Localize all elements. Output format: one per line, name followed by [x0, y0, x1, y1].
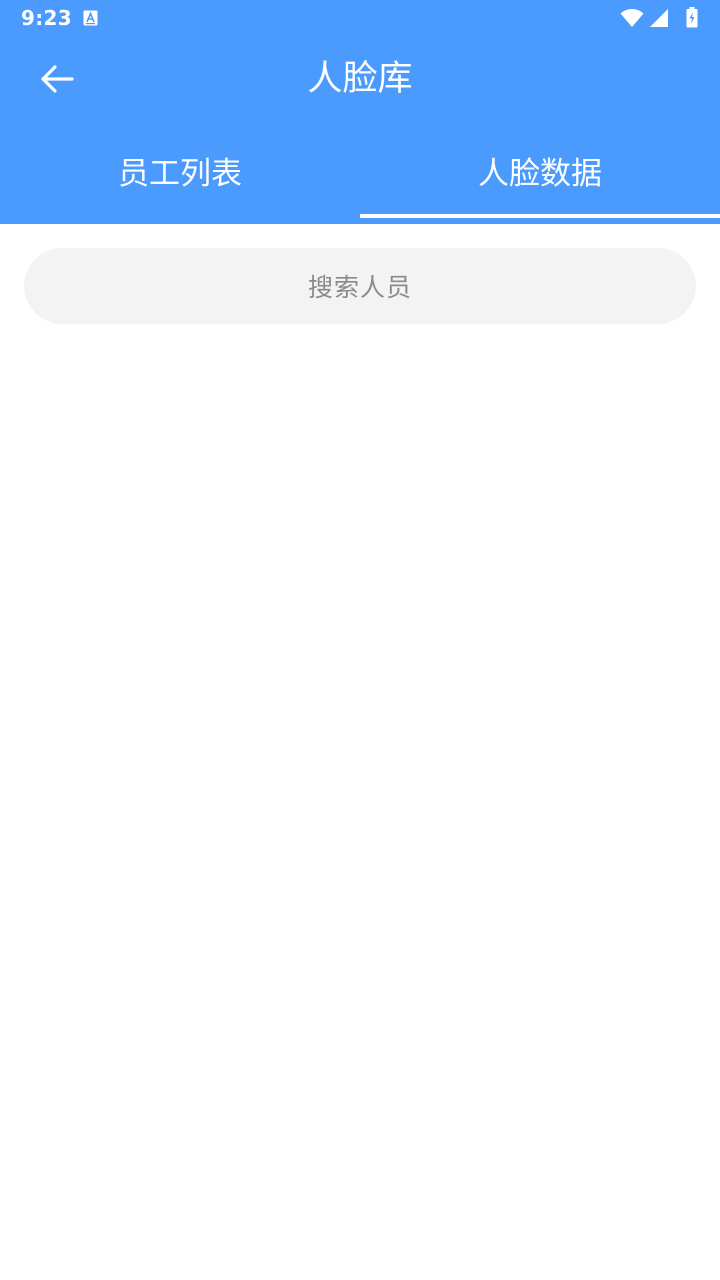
- tab-label: 人脸数据: [478, 155, 602, 192]
- status-bar: 9:23: [0, 0, 720, 36]
- selected-tab-indicator: [360, 214, 720, 218]
- tab-employee-list[interactable]: 员工列表: [0, 122, 360, 224]
- face-data-list: [0, 340, 720, 1280]
- search-placeholder: 搜索人员: [307, 273, 412, 302]
- status-time: 9:23: [21, 6, 72, 30]
- cell-signal-icon: [650, 9, 668, 27]
- arrow-left-icon: [41, 65, 74, 93]
- app-header: 9:23 人脸库 员工列表 人脸数据: [0, 0, 720, 224]
- status-icons: [620, 7, 700, 29]
- battery-charging-icon: [686, 7, 698, 28]
- tab-label: 员工列表: [118, 155, 242, 192]
- back-button[interactable]: [28, 50, 86, 108]
- search-input[interactable]: 搜索人员: [24, 248, 696, 324]
- app-notification-icon: [83, 10, 98, 26]
- toolbar: 人脸库: [0, 36, 720, 122]
- wifi-icon: [620, 9, 644, 27]
- tab-face-data[interactable]: 人脸数据: [360, 122, 720, 224]
- face-library-screen: 9:23 人脸库 员工列表 人脸数据 搜索人员: [0, 0, 720, 1280]
- page-title: 人脸库: [307, 59, 413, 99]
- tab-bar: 员工列表 人脸数据: [0, 122, 720, 224]
